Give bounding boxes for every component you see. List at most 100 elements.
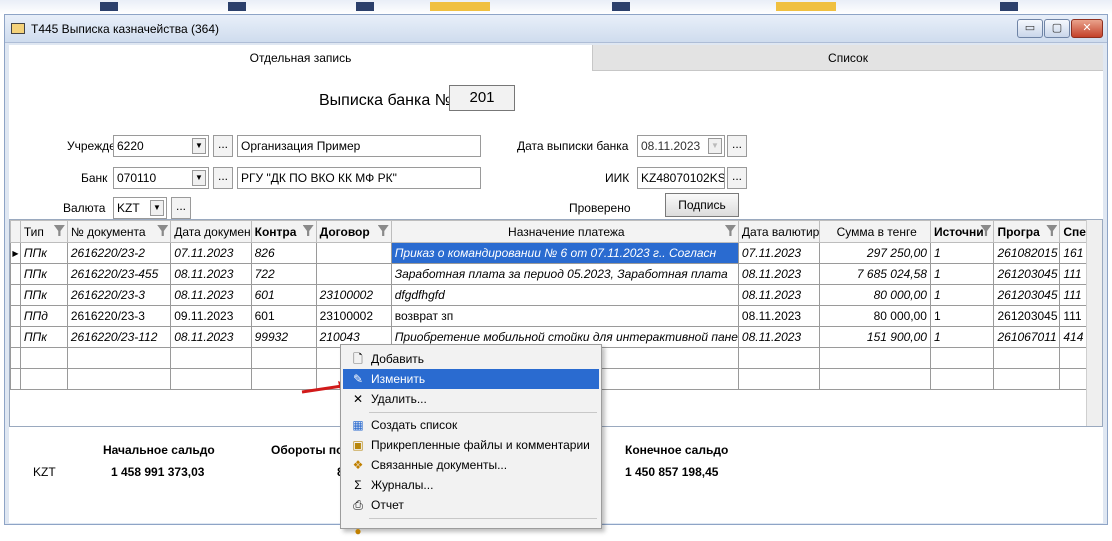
column-header[interactable]: Источни (929, 220, 995, 243)
filter-icon[interactable] (724, 225, 736, 236)
filter-icon[interactable] (1046, 225, 1058, 236)
cell-contract[interactable] (315, 263, 392, 285)
cell-source[interactable]: 1 (929, 305, 995, 327)
cell-purpose[interactable]: dfgdfhgfd (390, 284, 739, 306)
cell-doc-number[interactable]: 2616220/23-455 (66, 263, 172, 285)
cell-doc-date[interactable]: 08.11.2023 (170, 326, 252, 348)
cell-contract[interactable] (315, 242, 392, 264)
cell-type[interactable]: ППк (19, 263, 68, 285)
cell-purpose[interactable]: Приказ о командировании № 6 от 07.11.202… (390, 242, 739, 264)
menu-item-report[interactable]: ⎙ Отчет (343, 495, 599, 515)
cell-purpose[interactable]: возврат зп (390, 305, 739, 327)
cell-amount[interactable]: 7 685 024,58 (819, 263, 931, 285)
cell-counterparty[interactable]: 99932 (250, 326, 317, 348)
cell-value-date[interactable]: 08.11.2023 (737, 284, 821, 306)
menu-item-journals[interactable]: Σ Журналы... (343, 475, 599, 495)
cell-counterparty[interactable]: 601 (250, 284, 317, 306)
cell-doc-number[interactable]: 2616220/23-3 (66, 305, 172, 327)
menu-item-attachments[interactable]: ▣ Прикрепленные файлы и комментарии (343, 435, 599, 455)
cell-amount[interactable]: 80 000,00 (819, 284, 931, 306)
table-row[interactable]: ▶ ППк 2616220/23-2 07.11.2023 826 Приказ… (10, 242, 1102, 264)
table-row[interactable]: ППк 2616220/23-455 08.11.2023 722 Зарабо… (10, 263, 1102, 285)
title-bar[interactable]: Т445 Выписка казначейства (364) ▭ ▢ ✕ (5, 15, 1107, 43)
cell-program[interactable]: 261082015 (993, 242, 1061, 264)
bank-code-field[interactable]: 070110 ▼ (113, 167, 209, 189)
column-header[interactable]: Тип (19, 220, 68, 243)
column-header[interactable]: № документа (66, 220, 172, 243)
cell-type[interactable]: ППк (19, 284, 68, 306)
statement-date-field[interactable]: 08.11.2023 ▼ (637, 135, 725, 157)
column-header[interactable]: Договор (315, 220, 392, 243)
column-header[interactable]: Дата валютир (737, 220, 821, 243)
filter-icon[interactable] (53, 225, 65, 236)
cell-value-date[interactable]: 08.11.2023 (737, 263, 821, 285)
menu-item-create-list[interactable]: ▦ Создать список (343, 415, 599, 435)
iik-field[interactable]: KZ48070102KSN1801000 (637, 167, 725, 189)
cell-program[interactable]: 261203045 (993, 305, 1061, 327)
cell-doc-date[interactable]: 08.11.2023 (170, 284, 252, 306)
column-header[interactable]: Сумма в тенге (819, 220, 931, 243)
filter-icon[interactable] (157, 225, 169, 236)
menu-item-linked-docs[interactable]: ❖ Связанные документы... (343, 455, 599, 475)
menu-item-delete[interactable]: ✕ Удалить... (343, 389, 599, 409)
sign-button[interactable]: Подпись (665, 193, 739, 217)
cell-doc-date[interactable]: 08.11.2023 (170, 263, 252, 285)
chevron-down-icon[interactable]: ▼ (150, 200, 164, 216)
chevron-down-icon[interactable]: ▼ (192, 170, 206, 186)
cell-doc-number[interactable]: 2616220/23-112 (66, 326, 172, 348)
cell-counterparty[interactable]: 601 (250, 305, 317, 327)
minimize-button[interactable]: ▭ (1017, 19, 1043, 38)
cell-amount[interactable]: 297 250,00 (819, 242, 931, 264)
menu-item-add[interactable]: 🗋 Добавить (343, 349, 599, 369)
cell-counterparty[interactable]: 826 (250, 242, 317, 264)
cell-doc-number[interactable]: 2616220/23-3 (66, 284, 172, 306)
cell-amount[interactable]: 80 000,00 (819, 305, 931, 327)
maximize-button[interactable]: ▢ (1044, 19, 1070, 38)
cell-doc-number[interactable]: 2616220/23-2 (66, 242, 172, 264)
cell-source[interactable]: 1 (929, 242, 995, 264)
table-row[interactable]: ППк 2616220/23-3 08.11.2023 601 23100002… (10, 284, 1102, 306)
column-header[interactable]: Дата докумен (170, 220, 252, 243)
bank-name-field[interactable]: РГУ "ДК ПО ВКО КК МФ РК" (237, 167, 481, 189)
tab-list[interactable]: Список (593, 45, 1103, 71)
cell-amount[interactable]: 151 900,00 (819, 326, 931, 348)
filter-icon[interactable] (377, 225, 389, 236)
institution-lookup-button[interactable]: ... (213, 135, 233, 157)
column-header[interactable]: Контра (250, 220, 317, 243)
tab-record[interactable]: Отдельная запись (9, 45, 593, 71)
cell-program[interactable]: 261067011 (993, 326, 1061, 348)
cell-doc-date[interactable]: 07.11.2023 (170, 242, 252, 264)
cell-program[interactable]: 261203045 (993, 284, 1061, 306)
cell-type[interactable]: ППк (19, 326, 68, 348)
currency-field[interactable]: KZT ▼ (113, 197, 167, 219)
cell-counterparty[interactable]: 722 (250, 263, 317, 285)
date-picker-button[interactable]: ... (727, 135, 747, 157)
cell-contract[interactable]: 23100002 (315, 284, 392, 306)
cell-purpose[interactable]: Заработная плата за период 05.2023, Зара… (390, 263, 739, 285)
cell-type[interactable]: ППд (19, 305, 68, 327)
column-header[interactable]: Програ (993, 220, 1061, 243)
institution-name-field[interactable]: Организация Пример (237, 135, 481, 157)
cell-program[interactable]: 261203045 (993, 263, 1061, 285)
chevron-down-icon[interactable]: ▼ (708, 138, 722, 154)
cell-value-date[interactable]: 08.11.2023 (737, 326, 821, 348)
cell-contract[interactable]: 23100002 (315, 305, 392, 327)
cell-source[interactable]: 1 (929, 263, 995, 285)
iik-lookup-button[interactable]: ... (727, 167, 747, 189)
close-button[interactable]: ✕ (1071, 19, 1103, 38)
cell-source[interactable]: 1 (929, 326, 995, 348)
cell-value-date[interactable]: 07.11.2023 (737, 242, 821, 264)
menu-item-edit[interactable]: ✎ Изменить (343, 369, 599, 389)
bank-lookup-button[interactable]: ... (213, 167, 233, 189)
filter-icon[interactable] (302, 225, 314, 236)
institution-code-field[interactable]: 6220 ▼ (113, 135, 209, 157)
currency-lookup-button[interactable]: ... (171, 197, 191, 219)
cell-source[interactable]: 1 (929, 284, 995, 306)
vertical-scrollbar[interactable] (1086, 220, 1102, 426)
cell-doc-date[interactable]: 09.11.2023 (170, 305, 252, 327)
chevron-down-icon[interactable]: ▼ (192, 138, 206, 154)
menu-item-more[interactable]: ● (343, 521, 599, 541)
column-header[interactable]: Назначение платежа (390, 220, 739, 243)
cell-value-date[interactable]: 08.11.2023 (737, 305, 821, 327)
cell-type[interactable]: ППк (19, 242, 68, 264)
